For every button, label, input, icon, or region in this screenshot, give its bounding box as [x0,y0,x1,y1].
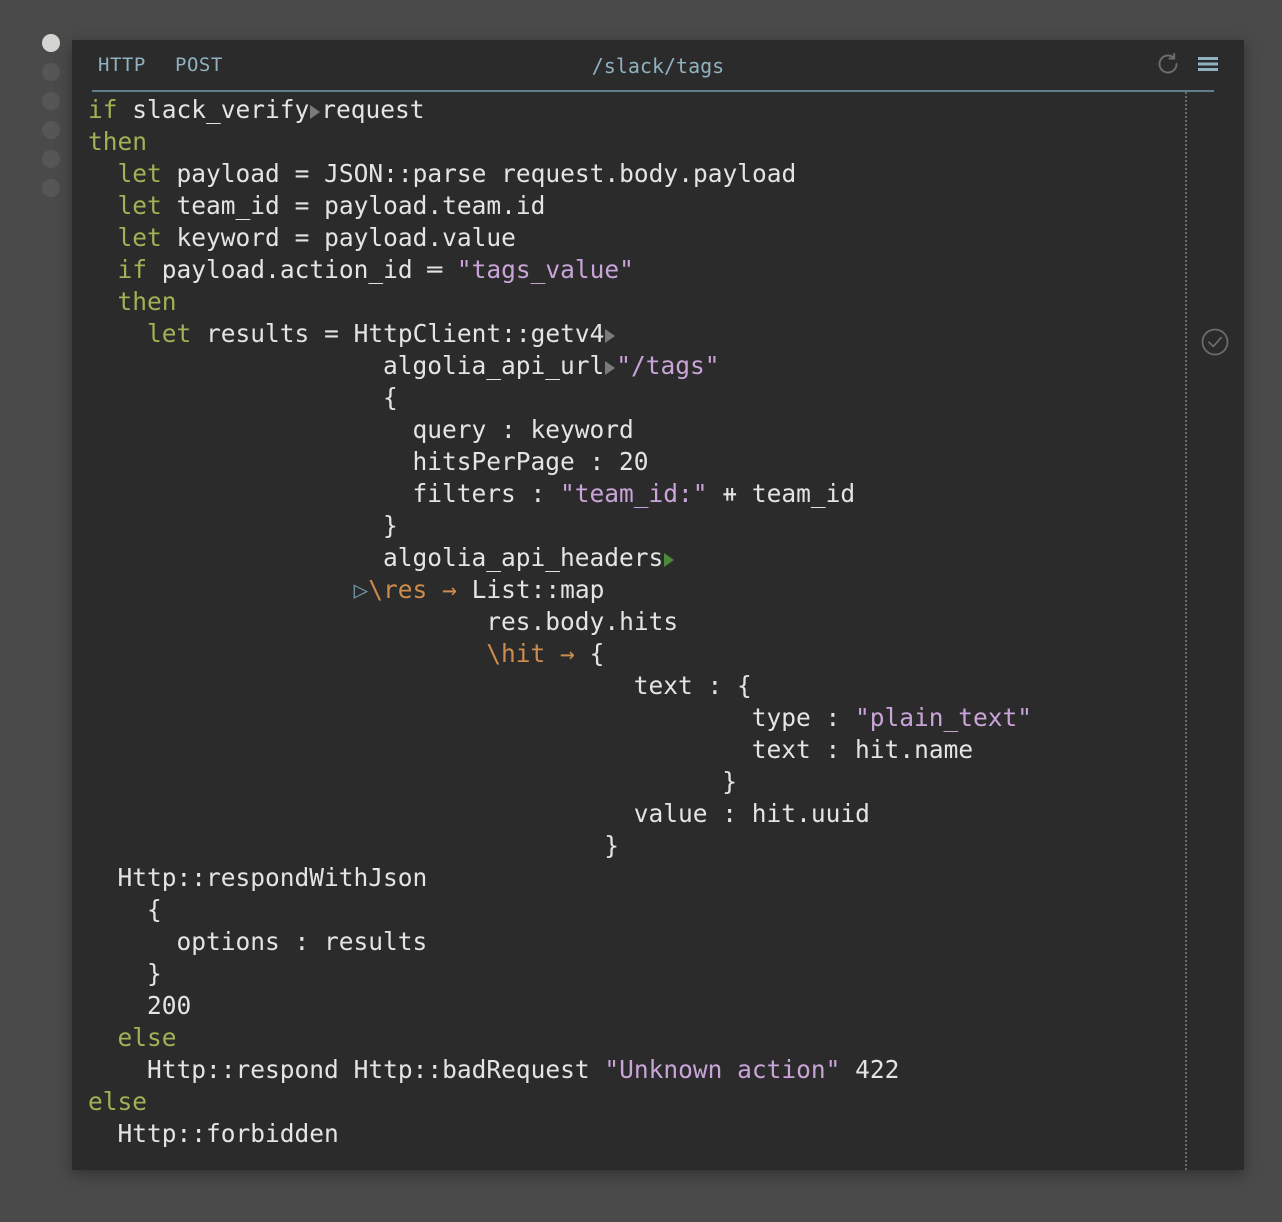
code-line[interactable]: } [88,767,737,796]
code-line[interactable]: type : "plain_text" [88,703,1032,732]
code-line[interactable]: Http::respond Http::badRequest "Unknown … [88,1055,899,1084]
code-line[interactable]: hitsPerPage : 20 [88,447,649,476]
left-rail [0,0,72,1222]
rail-dot-5[interactable] [42,150,60,168]
code-line[interactable]: let results = HttpClient::getv4 [88,319,616,348]
code-line[interactable]: } [88,511,398,540]
indent-guide-line [1185,92,1187,1170]
code-line[interactable]: then [88,287,177,316]
code-line[interactable]: let keyword = payload.value [88,223,516,252]
code-line[interactable]: query : keyword [88,415,634,444]
rail-dot-2[interactable] [42,63,60,81]
app-root: HTTP POST /slack/tags if slack_verify re… [0,0,1282,1222]
pipeline-marker-icon[interactable]: ▷ [354,575,369,604]
code-line[interactable]: Http::respondWithJson [88,863,428,892]
code-line[interactable]: let payload = JSON::parse request.body.p… [88,159,797,188]
code-line[interactable]: value : hit.uuid [88,799,870,828]
refresh-icon[interactable] [1156,52,1180,80]
inline-marker-icon[interactable] [310,105,321,119]
code-line[interactable]: 200 [88,991,191,1020]
code-line[interactable]: if slack_verify request [88,95,425,124]
code-line[interactable]: let team_id = payload.team.id [88,191,546,220]
editor-panel: HTTP POST /slack/tags if slack_verify re… [72,40,1244,1170]
code-line[interactable]: ▷\res → List::map [88,575,605,604]
hamburger-menu-icon[interactable] [1196,52,1220,80]
inline-marker-icon[interactable] [605,329,616,343]
code-line[interactable]: algolia_api_headers [88,543,675,572]
code-line[interactable]: { [88,383,398,412]
source-code-block[interactable]: if slack_verify request then let payload … [88,94,1032,1150]
code-line[interactable]: { [88,895,162,924]
panel-header: HTTP POST /slack/tags [72,40,1244,92]
rail-dot-3[interactable] [42,92,60,110]
code-line[interactable]: else [88,1087,147,1116]
code-line[interactable]: then [88,127,147,156]
rail-dot-6[interactable] [42,179,60,197]
code-line[interactable]: text : hit.name [88,735,973,764]
rail-dot-1[interactable] [42,34,60,52]
rail-dot-4[interactable] [42,121,60,139]
circled-check-icon [1200,327,1230,361]
code-line[interactable]: Http::forbidden [88,1119,339,1148]
code-line[interactable]: } [88,959,162,988]
inline-green-marker-icon[interactable] [664,553,675,567]
header-actions [1156,52,1220,80]
code-line[interactable]: if payload.action_id ═ "tags_value" [88,255,634,284]
inline-marker-icon[interactable] [605,361,616,375]
code-line[interactable]: filters : "team_id:" ⧺ team_id [88,479,856,508]
code-line[interactable]: \hit → { [88,639,604,668]
code-line[interactable]: text : { [88,671,752,700]
header-path-title[interactable]: /slack/tags [72,54,1244,78]
code-line[interactable]: options : results [88,927,428,956]
code-editor-area[interactable]: if slack_verify request then let payload … [72,92,1244,1170]
code-line[interactable]: } [88,831,619,860]
code-line[interactable]: res.body.hits [88,607,678,636]
code-line[interactable]: else [88,1023,177,1052]
code-line[interactable]: algolia_api_url "/tags" [88,351,720,380]
